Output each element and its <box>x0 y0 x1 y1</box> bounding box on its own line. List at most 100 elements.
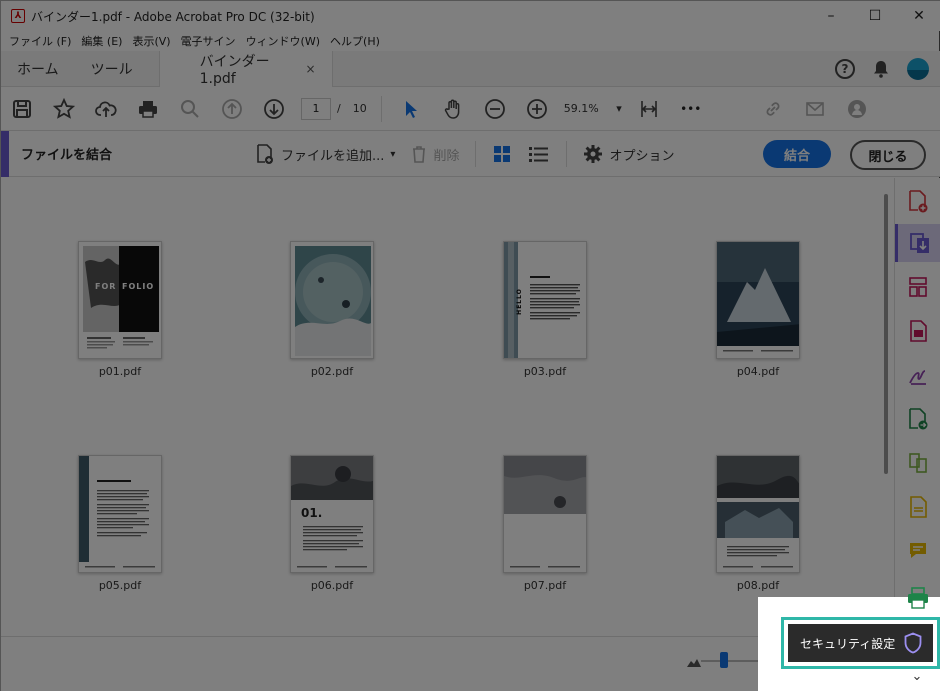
zoom-select[interactable]: 59.1% ▾ <box>558 97 628 121</box>
file-name: p03.pdf <box>523 365 567 378</box>
maximize-button[interactable]: ☐ <box>853 1 897 31</box>
scan-icon[interactable] <box>895 488 940 526</box>
protect-print-icon[interactable] <box>906 587 930 609</box>
menu-window[interactable]: ウィンドウ(W) <box>246 33 320 49</box>
email-icon[interactable] <box>794 87 836 131</box>
file-item[interactable]: p07.pdf <box>485 455 605 592</box>
close-combine-button[interactable]: 閉じる <box>850 140 926 170</box>
chevron-down-icon[interactable]: ⌄ <box>906 667 928 685</box>
bell-icon[interactable] <box>873 60 889 78</box>
window-title: バインダー1.pdf - Adobe Acrobat Pro DC (32-bi… <box>31 9 315 24</box>
print-icon[interactable] <box>127 87 169 131</box>
add-files-button[interactable]: ファイルを追加... ▾ <box>249 143 401 165</box>
edit-pdf-icon[interactable] <box>895 312 940 350</box>
more-tools-icon[interactable]: ••• <box>670 87 712 131</box>
list-view-icon <box>529 147 549 162</box>
tab-close-icon[interactable]: × <box>306 62 316 76</box>
export-pdf-icon[interactable] <box>895 400 940 438</box>
file-thumbnail[interactable] <box>290 241 374 359</box>
options-button[interactable]: オプション <box>577 144 680 164</box>
add-user-icon[interactable] <box>836 87 878 131</box>
page-down-icon[interactable] <box>253 87 295 131</box>
security-tooltip[interactable]: セキュリティ設定 <box>788 624 933 662</box>
shield-icon <box>904 632 922 654</box>
vertical-scrollbar[interactable] <box>884 194 888 474</box>
thumbnail-image <box>79 242 161 358</box>
page-up-icon[interactable] <box>211 87 253 131</box>
file-thumbnail[interactable] <box>716 241 800 359</box>
combine-files-icon[interactable] <box>895 224 940 262</box>
account-area: ? <box>835 51 929 87</box>
cloud-upload-icon[interactable] <box>85 87 127 131</box>
save-icon[interactable] <box>1 87 43 131</box>
chevron-down-icon: ▾ <box>390 148 396 160</box>
combine-divider <box>566 141 568 167</box>
small-thumbnail-icon[interactable] <box>687 657 701 667</box>
file-thumbnail[interactable]: 01. <box>290 455 374 573</box>
hand-icon[interactable] <box>432 87 474 131</box>
zoom-search-icon[interactable] <box>169 87 211 131</box>
window-controls: – ☐ ✕ <box>809 1 940 31</box>
sign-icon[interactable] <box>895 356 940 394</box>
file-thumbnail[interactable] <box>78 455 162 573</box>
combine-button[interactable]: 結合 <box>763 140 831 168</box>
file-thumbnail-grid: FOR FOLIO p01.pdf p02.pdf HELLO p03.pdf … <box>1 178 894 636</box>
tab-document-label: バインダー1.pdf <box>199 53 270 87</box>
gear-icon <box>584 145 603 163</box>
zoom-out-icon[interactable] <box>474 87 516 131</box>
thumbnail-image <box>717 242 799 358</box>
file-name: p04.pdf <box>736 365 780 378</box>
page-number-input[interactable]: 1 <box>301 97 331 120</box>
file-item[interactable]: FOR FOLIO p01.pdf <box>60 241 180 378</box>
link-icon[interactable] <box>752 87 794 131</box>
file-item[interactable]: HELLO p03.pdf <box>485 241 605 378</box>
menu-bar: ファイル (F) 編集 (E) 表示(V) 電子サイン ウィンドウ(W) ヘルプ… <box>1 31 940 51</box>
file-item[interactable]: p08.pdf <box>698 455 818 592</box>
file-thumbnail[interactable]: HELLO <box>503 241 587 359</box>
organize-pages-icon[interactable] <box>895 268 940 306</box>
chevron-down-icon: ▾ <box>616 102 622 115</box>
combine-divider <box>475 141 477 167</box>
thumb-text-hello: HELLO <box>515 288 523 315</box>
file-name: p08.pdf <box>736 579 780 592</box>
title-bar: ⅄ バインダー1.pdf - Adobe Acrobat Pro DC (32-… <box>1 1 940 31</box>
menu-edit[interactable]: 編集 (E) <box>81 33 122 49</box>
close-window-button[interactable]: ✕ <box>897 1 940 31</box>
select-cursor-icon[interactable] <box>390 87 432 131</box>
menu-esign[interactable]: 電子サイン <box>181 33 236 49</box>
thumb-text-folio: FOLIO <box>122 282 155 291</box>
compare-icon[interactable] <box>895 444 940 482</box>
slider-handle[interactable] <box>720 652 728 668</box>
list-view-button[interactable] <box>522 144 556 164</box>
file-thumbnail[interactable] <box>716 455 800 573</box>
tab-document[interactable]: バインダー1.pdf × <box>158 50 333 87</box>
help-icon[interactable]: ? <box>835 59 855 79</box>
tab-tools[interactable]: ツール <box>75 51 149 87</box>
file-item[interactable]: 01. p06.pdf <box>272 455 392 592</box>
add-files-label: ファイルを追加... <box>281 148 385 164</box>
security-tooltip-label: セキュリティ設定 <box>800 636 896 651</box>
menu-help[interactable]: ヘルプ(H) <box>330 33 380 49</box>
fit-page-icon[interactable] <box>628 87 670 131</box>
delete-button[interactable]: 削除 <box>405 144 465 164</box>
file-thumbnail[interactable] <box>503 455 587 573</box>
file-item[interactable]: p05.pdf <box>60 455 180 592</box>
create-pdf-icon[interactable] <box>895 182 940 220</box>
combine-accent-bar <box>1 130 9 177</box>
menu-view[interactable]: 表示(V) <box>132 33 170 49</box>
minimize-button[interactable]: – <box>809 1 853 31</box>
file-thumbnail[interactable]: FOR FOLIO <box>78 241 162 359</box>
grid-view-icon <box>494 146 511 162</box>
tab-home[interactable]: ホーム <box>1 51 75 87</box>
file-item[interactable]: p02.pdf <box>272 241 392 378</box>
avatar[interactable] <box>907 58 929 80</box>
thumbnail-image <box>717 456 799 572</box>
combine-actions: ファイルを追加... ▾ 削除 オプション <box>249 131 680 177</box>
comment-icon[interactable] <box>895 532 940 570</box>
file-item[interactable]: p04.pdf <box>698 241 818 378</box>
star-icon[interactable] <box>43 87 85 131</box>
zoom-in-icon[interactable] <box>516 87 558 131</box>
menu-file[interactable]: ファイル (F) <box>9 33 71 49</box>
grid-view-button[interactable] <box>486 144 518 164</box>
delete-label: 削除 <box>433 148 460 164</box>
